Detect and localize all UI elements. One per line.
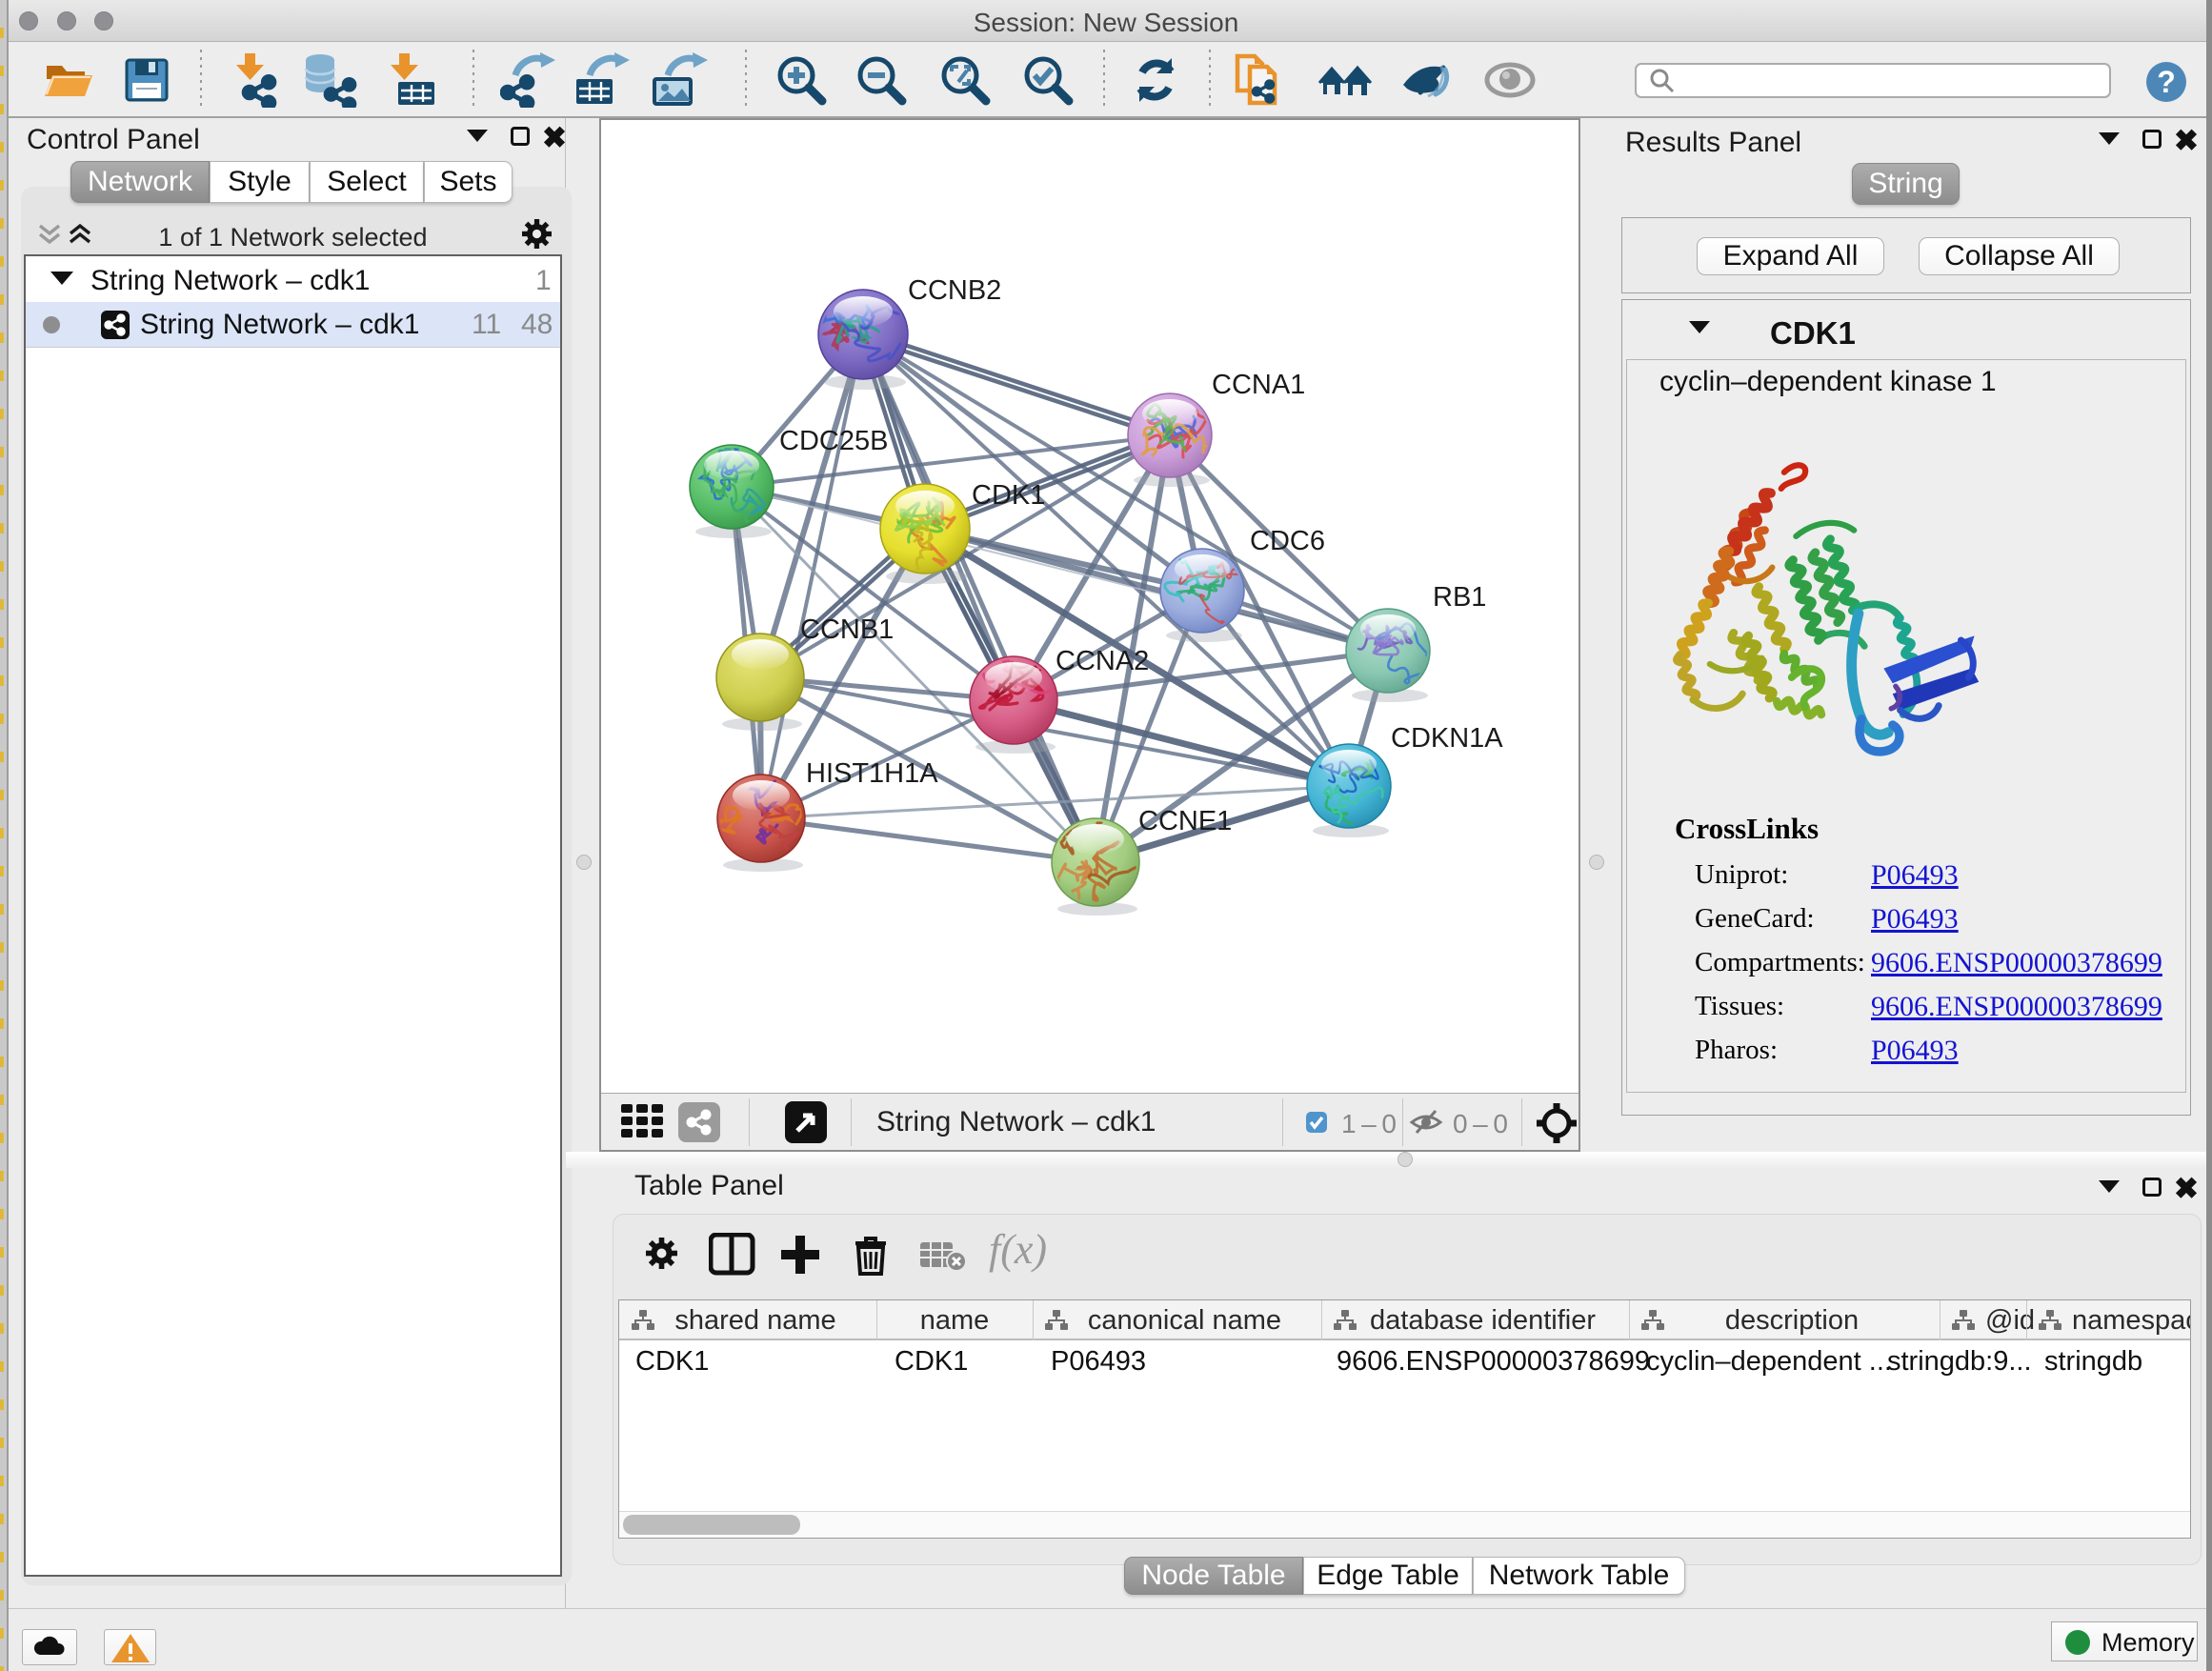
svg-text:HIST1H1A: HIST1H1A (806, 758, 938, 789)
svg-text:CDKN1A: CDKN1A (1391, 723, 1503, 754)
svg-text:CCNA2: CCNA2 (1056, 646, 1149, 676)
svg-text:CDC25B: CDC25B (779, 426, 888, 456)
svg-text:CCNA1: CCNA1 (1212, 370, 1305, 400)
svg-text:RB1: RB1 (1433, 582, 1486, 613)
svg-text:CDC6: CDC6 (1250, 526, 1325, 556)
svg-text:CCNE1: CCNE1 (1138, 806, 1232, 836)
svg-text:CCNB2: CCNB2 (908, 275, 1001, 306)
svg-text:CDK1: CDK1 (972, 480, 1045, 511)
svg-text:CCNB1: CCNB1 (800, 614, 894, 645)
